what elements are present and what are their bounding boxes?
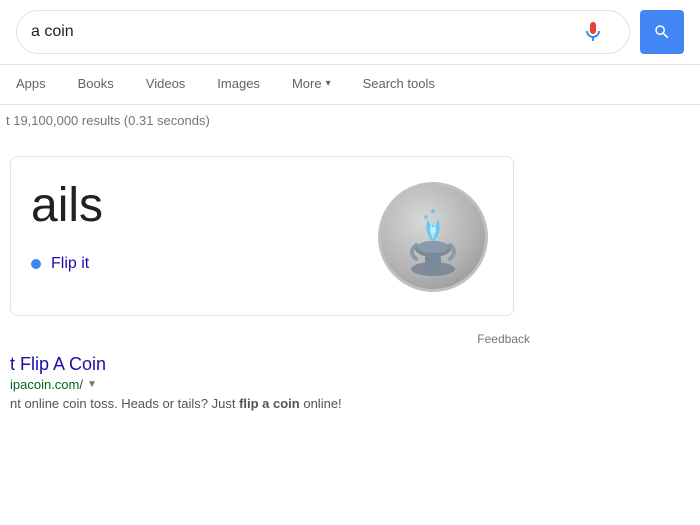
more-dropdown-arrow: ▾ <box>326 78 331 89</box>
flip-it-row: Flip it <box>31 255 353 273</box>
search-button[interactable] <box>640 10 684 54</box>
results-count: t 19,100,000 results (0.31 seconds) <box>6 105 690 136</box>
coin-flame-svg <box>398 197 468 277</box>
tab-apps[interactable]: Apps <box>0 65 62 105</box>
widget-left: ails Flip it <box>10 144 530 418</box>
coin-result-label: ails <box>31 177 353 235</box>
content-wrapper: t 19,100,000 results (0.31 seconds) ails… <box>0 105 700 418</box>
feedback-row[interactable]: Feedback <box>10 328 530 350</box>
flip-it-dot <box>31 259 41 269</box>
snippet-bold: flip a coin <box>239 396 300 411</box>
coin-image <box>378 182 488 292</box>
result-snippet: nt online coin toss. Heads or tails? Jus… <box>10 394 530 414</box>
search-icon <box>653 23 671 41</box>
tab-search-tools[interactable]: Search tools <box>347 65 451 105</box>
nav-tabs: Apps Books Videos Images More ▾ Search t… <box>0 65 700 105</box>
tab-videos[interactable]: Videos <box>130 65 202 105</box>
coin-flip-widget: ails Flip it <box>10 156 514 316</box>
search-result: t Flip A Coin ipacoin.com/ ▼ nt online c… <box>10 350 530 418</box>
tab-more[interactable]: More ▾ <box>276 65 347 105</box>
result-url-row: ipacoin.com/ ▼ <box>10 377 530 392</box>
snippet-after: online! <box>300 396 342 411</box>
result-url-dropdown[interactable]: ▼ <box>87 379 97 390</box>
coin-flip-left: ails Flip it <box>31 177 373 295</box>
tab-books[interactable]: Books <box>62 65 130 105</box>
flip-it-link[interactable]: Flip it <box>51 255 89 273</box>
mic-icon[interactable] <box>581 20 605 44</box>
snippet-before: nt online coin toss. Heads or tails? Jus… <box>10 396 239 411</box>
result-url: ipacoin.com/ <box>10 377 83 392</box>
tab-images[interactable]: Images <box>201 65 276 105</box>
search-input[interactable]: a coin <box>31 23 581 41</box>
search-bar-container: a coin <box>0 0 700 65</box>
search-input-wrapper: a coin <box>16 10 630 54</box>
coin-image-area <box>373 177 493 295</box>
widget-wrapper: ails Flip it <box>10 144 690 418</box>
result-title[interactable]: t Flip A Coin <box>10 354 530 375</box>
